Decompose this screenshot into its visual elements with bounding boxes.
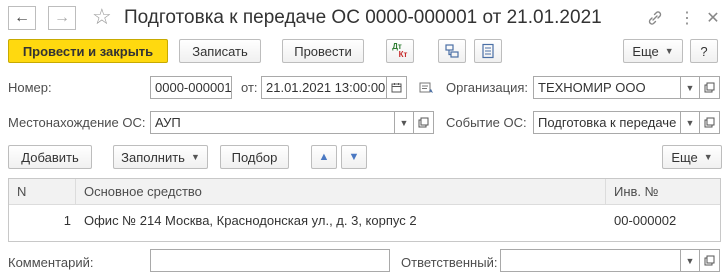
open-form-icon	[704, 117, 715, 128]
location-label: Местонахождение ОС:	[8, 115, 146, 130]
event-open-button[interactable]	[699, 111, 720, 134]
dt-kt-button[interactable]: Дт Кт	[386, 39, 414, 63]
link-icon-svg	[648, 11, 662, 25]
report-icon	[482, 43, 494, 59]
event-dropdown[interactable]: ▼	[680, 111, 700, 134]
responsible-open-button[interactable]	[699, 249, 720, 272]
organization-field[interactable]: ТЕХНОМИР ООО	[533, 76, 681, 99]
star-icon[interactable]: ☆	[92, 5, 112, 29]
responsible-field[interactable]	[500, 249, 681, 272]
comment-field[interactable]	[150, 249, 390, 272]
move-up-button[interactable]: ▲	[311, 145, 337, 169]
chevron-down-icon: ▼	[664, 46, 674, 56]
row-inventory-number: 00-000002	[614, 213, 677, 228]
table-more-label: Еще	[671, 149, 698, 165]
open-form-icon	[704, 255, 715, 266]
page-title: Подготовка к передаче ОС 0000-000001 от …	[124, 7, 602, 28]
forward-button[interactable]: →	[48, 6, 76, 30]
arrow-right-icon: →	[54, 9, 70, 26]
document-history-icon	[419, 82, 433, 93]
history-button[interactable]	[416, 78, 438, 98]
location-open-button[interactable]	[413, 111, 434, 134]
post-button[interactable]: Провести	[282, 39, 364, 63]
number-label: Номер:	[8, 80, 52, 95]
arrow-down-icon: ▼	[348, 151, 360, 163]
chevron-down-icon: ▼	[685, 117, 695, 128]
fill-label: Заполнить	[121, 149, 185, 165]
date-label: от:	[241, 80, 258, 95]
close-icon[interactable]: ✕	[702, 7, 724, 29]
comment-label: Комментарий:	[8, 255, 94, 270]
responsible-label: Ответственный:	[401, 255, 498, 270]
open-form-icon	[418, 117, 429, 128]
fill-button[interactable]: Заполнить ▼	[113, 145, 208, 169]
event-label: Событие ОС:	[446, 115, 527, 130]
structure-icon	[445, 44, 459, 58]
row-asset: Офис № 214 Москва, Краснодонская ул., д.…	[84, 213, 417, 228]
more-actions-icon[interactable]: ⋮	[676, 7, 698, 29]
table-more-button[interactable]: Еще ▼	[662, 145, 722, 169]
report-button[interactable]	[474, 39, 502, 63]
post-and-close-button[interactable]: Провести и закрыть	[8, 39, 168, 63]
number-field[interactable]: 0000-000001	[150, 76, 232, 99]
kt-icon-label: Кт	[398, 50, 408, 59]
column-header-n[interactable]: N	[9, 179, 76, 205]
chevron-down-icon: ▼	[190, 152, 200, 162]
add-button[interactable]: Добавить	[8, 145, 92, 169]
more-label: Еще	[632, 43, 659, 59]
back-button[interactable]: ←	[8, 6, 36, 30]
calendar-icon	[391, 83, 402, 93]
event-field[interactable]: Подготовка к передаче	[533, 111, 681, 134]
arrow-left-icon: ←	[14, 9, 30, 26]
chevron-down-icon: ▼	[685, 255, 695, 266]
help-button[interactable]: ?	[690, 39, 718, 63]
organization-open-button[interactable]	[699, 76, 720, 99]
column-header-asset[interactable]: Основное средство	[76, 179, 606, 205]
chevron-down-icon: ▼	[685, 82, 695, 93]
arrow-up-icon: ▲	[318, 151, 330, 163]
structure-button[interactable]	[438, 39, 466, 63]
date-field[interactable]: 21.01.2021 13:00:00	[261, 76, 387, 99]
row-number: 1	[63, 213, 71, 228]
more-button[interactable]: Еще ▼	[623, 39, 683, 63]
chevron-down-icon: ▼	[399, 117, 409, 128]
open-form-icon	[704, 82, 715, 93]
move-down-button[interactable]: ▼	[341, 145, 367, 169]
select-button[interactable]: Подбор	[220, 145, 289, 169]
assets-table: N Основное средство Инв. № 1 Офис № 214 …	[8, 178, 721, 242]
organization-dropdown[interactable]: ▼	[680, 76, 700, 99]
location-field[interactable]: АУП	[150, 111, 395, 134]
organization-label: Организация:	[446, 80, 529, 95]
responsible-dropdown[interactable]: ▼	[680, 249, 700, 272]
column-header-inv[interactable]: Инв. №	[606, 179, 720, 205]
save-button[interactable]: Записать	[179, 39, 261, 63]
location-dropdown[interactable]: ▼	[394, 111, 414, 134]
calendar-button[interactable]	[386, 76, 407, 99]
chevron-down-icon: ▼	[703, 152, 713, 162]
link-icon[interactable]	[644, 7, 666, 29]
table-header: N Основное средство Инв. №	[9, 179, 720, 205]
